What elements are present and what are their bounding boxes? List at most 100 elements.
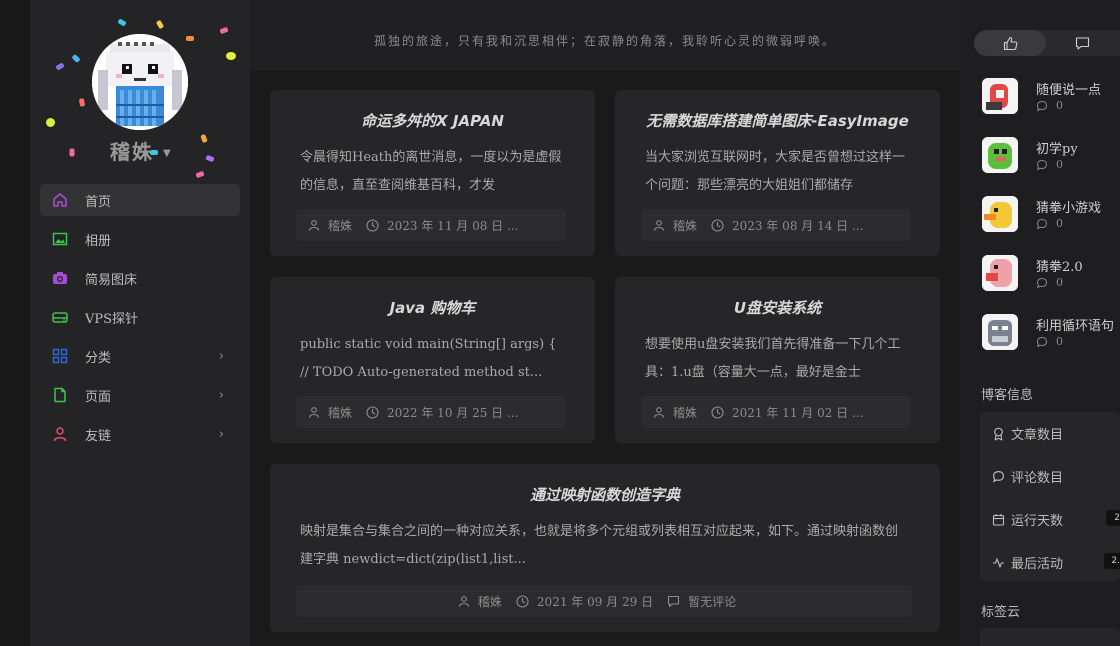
recent-post-comment-count: 0 (1056, 158, 1063, 171)
post-card[interactable]: 无需数据库搭建简单图床-EasyImage 当大家浏览互联网时，大家是否曾想过这… (615, 90, 940, 256)
confetti-decoration (69, 148, 75, 157)
recent-post-item[interactable]: 利用循环语句 0 (982, 314, 1120, 373)
clock-icon (711, 405, 724, 419)
sidebar-item-label: 友链 (85, 428, 112, 444)
confetti-decoration (219, 26, 229, 35)
gray-robot-icon (982, 314, 1018, 350)
sidebar-item-categories[interactable]: 分类 › (40, 340, 240, 372)
left-gutter (0, 0, 30, 646)
confetti-decoration (155, 19, 165, 30)
recent-post-comments: 0 (1036, 335, 1063, 348)
tag-cloud-title: 标签云 (981, 605, 1021, 620)
sidebar-item-vps-probe[interactable]: VPS探针 (40, 301, 240, 333)
home-icon (51, 191, 69, 209)
chevron-right-icon: › (218, 387, 224, 403)
post-date-text: 2021 年 09 月 29 日 (536, 594, 654, 609)
blog-info-run-days-value: 2 (1106, 510, 1120, 526)
recent-post-title[interactable]: 初学py (1036, 138, 1078, 157)
post-comments[interactable]: 暂无评论 (667, 593, 736, 610)
post-meta: 稽姝 2023 年 11 月 08 日 ... (296, 209, 566, 241)
blog-info-last-activity-value: 2. (1104, 553, 1120, 569)
blog-info-comments: 评论数目 (992, 467, 1063, 486)
sidebar-item-home[interactable]: 首页 (40, 184, 240, 216)
post-title[interactable]: U盘安装系统 (615, 297, 940, 318)
sidebar-item-pages[interactable]: 页面 › (40, 379, 240, 411)
post-card[interactable]: 通过映射函数创造字典 映射是集合与集合之间的一种对应关系，也就是将多个元组或列表… (270, 464, 940, 632)
confetti-decoration (55, 62, 65, 71)
confetti-decoration (226, 52, 236, 60)
confetti-decoration (71, 53, 81, 64)
post-meta: 稽姝 2021 年 09 月 29 日 暂无评论 (296, 585, 912, 617)
comment-bubble-icon (1036, 159, 1048, 170)
post-thumbnail[interactable] (982, 196, 1018, 232)
red-bird-icon (982, 78, 1018, 114)
grid-icon (51, 347, 69, 365)
sidebar-item-label: VPS探针 (85, 311, 139, 327)
confetti-decoration (205, 154, 215, 163)
recent-post-title[interactable]: 猜拳小游戏 (1036, 197, 1101, 216)
post-title[interactable]: Java 购物车 (270, 297, 595, 318)
blog-info-label: 最后活动 (1011, 557, 1064, 572)
sidebar-item-label: 简易图床 (85, 272, 138, 288)
post-date: 2021 年 09 月 29 日 (516, 593, 653, 610)
file-icon (51, 386, 69, 404)
tab-comments[interactable] (1046, 30, 1118, 56)
user-icon (308, 407, 320, 418)
post-title[interactable]: 通过映射函数创造字典 (270, 484, 940, 505)
sidebar-item-friend-links[interactable]: 友链 › (40, 418, 240, 450)
sidebar-item-label: 分类 (85, 350, 112, 366)
post-thumbnail[interactable] (982, 137, 1018, 173)
camera-icon (51, 269, 69, 287)
recent-post-item[interactable]: 猜拳小游戏 0 (982, 196, 1120, 255)
comment-bubble-icon (1036, 100, 1048, 111)
post-meta: 稽姝 2022 年 10 月 25 日 ... (296, 396, 566, 428)
caret-down-icon: ▼ (162, 148, 173, 159)
blog-info-last-activity: 最后活动 (992, 553, 1063, 572)
post-author: 稽姝 (458, 593, 502, 610)
post-excerpt: public static void main(String[] args) {… (300, 337, 557, 380)
post-title[interactable]: 无需数据库搭建简单图床-EasyImage (615, 110, 940, 131)
post-comments-text: 暂无评论 (688, 594, 737, 609)
pixel-monster-avatar-icon (92, 34, 188, 130)
user-icon (653, 407, 665, 418)
right-sidebar: 随便说一点 0 初学py 0 猜拳小游戏 0 猜拳2.0 0 利用循环语句 0 … (960, 0, 1120, 646)
user-icon (458, 596, 469, 607)
post-thumbnail[interactable] (982, 314, 1018, 350)
award-icon (994, 427, 1003, 441)
post-date-text: 2022 年 10 月 25 日 ... (387, 405, 519, 420)
calendar-icon (992, 514, 1005, 526)
username[interactable]: 稽姝 ▼ (110, 136, 173, 165)
post-date-text: 2023 年 08 月 14 日 ... (732, 218, 864, 233)
recent-post-item[interactable]: 初学py 0 (982, 137, 1120, 196)
recent-post-title[interactable]: 猜拳2.0 (1036, 256, 1083, 275)
recent-post-title[interactable]: 随便说一点 (1036, 79, 1101, 98)
recent-post-item[interactable]: 猜拳2.0 0 (982, 255, 1120, 314)
post-thumbnail[interactable] (982, 255, 1018, 291)
clock-icon (366, 405, 379, 419)
avatar[interactable] (92, 34, 188, 130)
sidebar-nav: 首页 相册 简易图床 VPS探针 分类 › 页面 › 友链 › (40, 184, 240, 457)
post-card[interactable]: Java 购物车 public static void main(String[… (270, 277, 595, 443)
recent-post-title[interactable]: 利用循环语句 (1036, 315, 1114, 334)
recent-posts: 随便说一点 0 初学py 0 猜拳小游戏 0 猜拳2.0 0 利用循环语句 0 (982, 78, 1120, 373)
sidebar: 稽姝 ▼ 首页 相册 简易图床 VPS探针 分类 › 页面 › 友链 › (30, 0, 250, 646)
post-date-text: 2021 年 11 月 02 日 ... (732, 405, 864, 420)
recent-tabs (974, 30, 1120, 56)
post-card[interactable]: U盘安装系统 想要使用u盘安装我们首先得准备一下几个工具：1.u盘（容量大一点，… (615, 277, 940, 443)
post-date: 2021 年 11 月 02 日 ... (711, 404, 863, 421)
confetti-decoration (117, 18, 127, 27)
post-title[interactable]: 命运多舛的X JAPAN (270, 110, 595, 131)
post-excerpt: 当大家浏览互联网时，大家是否曾想过这样一个问题：那些漂亮的大姐姐们都储存 (645, 150, 906, 193)
recent-post-comments: 0 (1036, 99, 1063, 112)
post-thumbnail[interactable] (982, 78, 1018, 114)
pink-bird-icon (982, 255, 1018, 291)
post-date: 2022 年 10 月 25 日 ... (366, 404, 518, 421)
post-card[interactable]: 命运多舛的X JAPAN 令晨得知Heath的离世消息，一度以为是虚假的信息，直… (270, 90, 595, 256)
sidebar-item-album[interactable]: 相册 (40, 223, 240, 255)
sidebar-item-image-host[interactable]: 简易图床 (40, 262, 240, 294)
comment-icon (993, 471, 1004, 483)
tab-popular[interactable] (974, 30, 1046, 56)
post-author-name: 稽姝 (673, 218, 698, 233)
recent-post-item[interactable]: 随便说一点 0 (982, 78, 1120, 137)
recent-post-comments: 0 (1036, 158, 1063, 171)
